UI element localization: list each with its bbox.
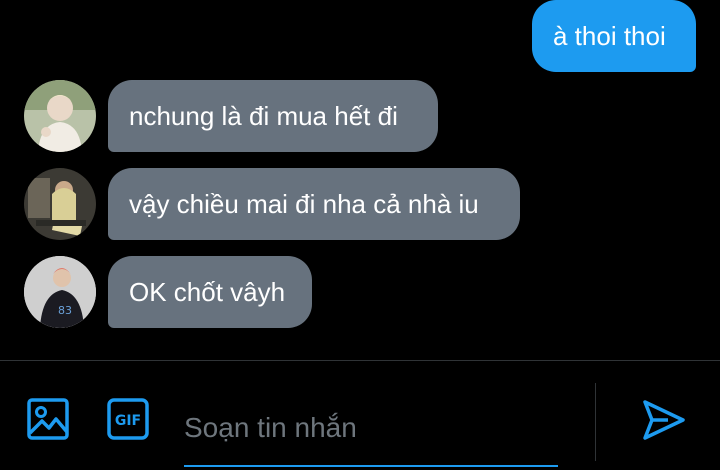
avatar[interactable] xyxy=(24,80,96,152)
divider xyxy=(595,383,596,461)
avatar[interactable]: 83 xyxy=(24,256,96,328)
message-bubble-incoming: OK chốt vâyh xyxy=(108,256,312,328)
dm-conversation: à thoi thoi nchung là đi mua hết đi vậy … xyxy=(0,0,720,470)
message-bubble-outgoing: à thoi thoi xyxy=(532,0,696,72)
message-composer: GIF xyxy=(0,360,720,470)
message-input[interactable] xyxy=(184,391,558,467)
message-bubble-incoming: vậy chiều mai đi nha cả nhà iu xyxy=(108,168,520,240)
gif-icon[interactable]: GIF xyxy=(106,397,150,446)
gif-label: GIF xyxy=(115,413,141,429)
image-icon[interactable] xyxy=(26,397,70,446)
avatar[interactable] xyxy=(24,168,96,240)
svg-text:83: 83 xyxy=(58,304,72,317)
send-icon[interactable] xyxy=(642,399,686,446)
message-bubble-incoming: nchung là đi mua hết đi xyxy=(108,80,438,152)
